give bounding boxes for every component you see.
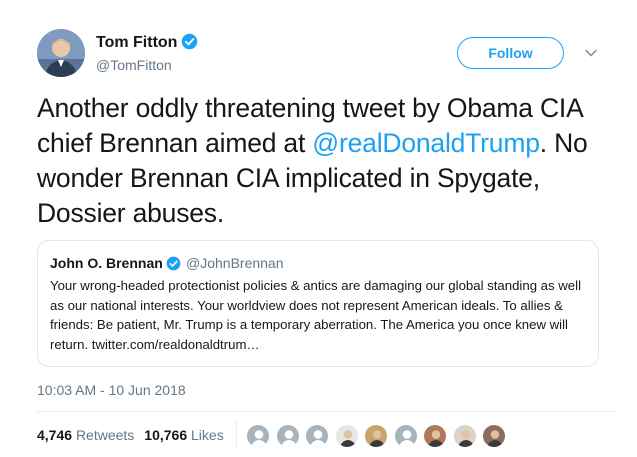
author-name[interactable]: Tom Fitton	[96, 33, 198, 53]
default-avatar-icon	[395, 425, 417, 447]
user-avatar-photo	[336, 425, 358, 447]
verified-badge-icon	[166, 256, 181, 271]
verified-badge-icon	[182, 33, 198, 50]
default-avatar-icon	[247, 425, 269, 447]
liker-avatar[interactable]	[423, 424, 447, 448]
likes-stat[interactable]: 10,766 Likes	[144, 427, 223, 443]
tweet-text: Another oddly threatening tweet by Obama…	[37, 91, 617, 231]
tweet-card: Tom Fitton @TomFitton Follow Another odd…	[0, 0, 637, 457]
user-avatar-photo	[365, 425, 387, 447]
mention-link[interactable]: @realDonaldTrump	[312, 128, 540, 158]
retweets-count[interactable]: 4,746	[37, 427, 72, 443]
quoted-tweet[interactable]: John O. Brennan @JohnBrennan Your wrong-…	[37, 240, 599, 367]
author-avatar[interactable]	[37, 29, 85, 77]
quoted-author-name-text[interactable]: John O. Brennan	[50, 255, 163, 271]
user-avatar-photo	[454, 425, 476, 447]
user-avatar-photo	[483, 425, 505, 447]
default-avatar-icon	[277, 425, 299, 447]
divider	[37, 411, 617, 412]
liker-avatar[interactable]	[305, 424, 329, 448]
quoted-author-name[interactable]: John O. Brennan	[50, 254, 181, 272]
liker-avatar[interactable]	[335, 424, 359, 448]
stats-divider	[236, 419, 237, 449]
chevron-down-icon[interactable]	[583, 45, 599, 61]
retweets-label[interactable]: Retweets	[76, 427, 134, 443]
tweet-timestamp[interactable]: 10:03 AM - 10 Jun 2018	[37, 381, 186, 399]
user-avatar-photo	[424, 425, 446, 447]
liker-avatar[interactable]	[453, 424, 477, 448]
likes-count[interactable]: 10,766	[144, 427, 187, 443]
likes-label[interactable]: Likes	[191, 427, 224, 443]
quoted-author-handle[interactable]: @JohnBrennan	[186, 254, 284, 272]
quoted-tweet-text: Your wrong-headed protectionist policies…	[50, 278, 581, 352]
author-handle[interactable]: @TomFitton	[96, 56, 172, 74]
follow-button[interactable]: Follow	[457, 37, 564, 69]
liker-avatar[interactable]	[394, 424, 418, 448]
retweets-stat[interactable]: 4,746 Retweets	[37, 427, 134, 443]
author-name-text[interactable]: Tom Fitton	[96, 34, 177, 51]
liker-avatar[interactable]	[364, 424, 388, 448]
default-avatar-icon	[306, 425, 328, 447]
tweet-stats: 4,746 Retweets 10,766 Likes	[37, 426, 234, 444]
liker-avatar[interactable]	[482, 424, 506, 448]
liker-avatar[interactable]	[246, 424, 270, 448]
liker-avatar[interactable]	[276, 424, 300, 448]
